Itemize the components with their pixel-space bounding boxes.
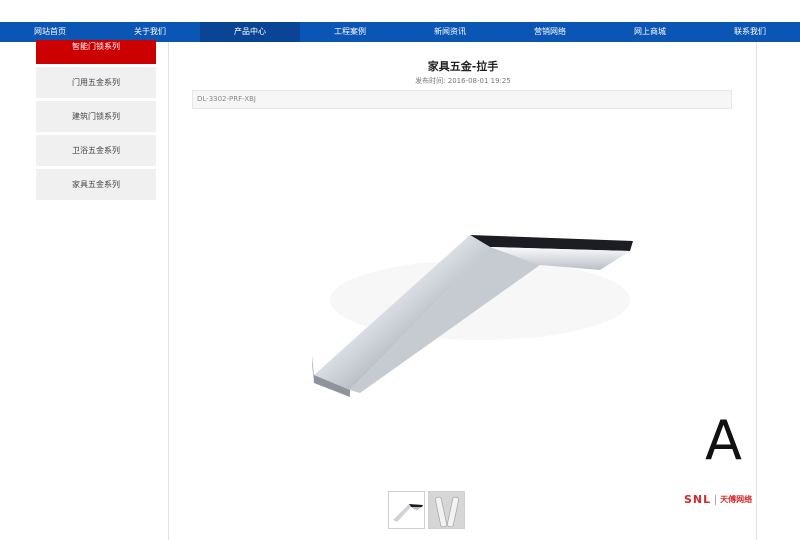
content-divider-left	[168, 42, 169, 540]
handle-pair-thumbnail[interactable]	[428, 491, 465, 529]
sidebar: 智能门锁系列 门用五金系列 建筑门锁系列 卫浴五金系列 家具五金系列	[36, 40, 156, 203]
nav-item-network[interactable]: 营销网络	[500, 22, 600, 42]
nav-item-home[interactable]: 网站首页	[0, 22, 100, 42]
sidebar-item-furniture-hardware[interactable]: 家具五金系列	[36, 169, 156, 200]
nav-item-cases[interactable]: 工程案例	[300, 22, 400, 42]
logo-separator	[715, 494, 717, 505]
thumbnail-strip	[388, 491, 465, 529]
logo-cn-text: 天傅网络	[720, 495, 753, 504]
sidebar-item-bathroom-hardware[interactable]: 卫浴五金系列	[36, 135, 156, 166]
brand-logo: SNL 天傅网络	[684, 493, 752, 506]
page: 网站首页 关于我们 产品中心 工程案例 新闻资讯 营销网络 网上商城 联系我们 …	[0, 0, 800, 540]
logo-text: SNL	[684, 493, 712, 506]
handle-thumbnail[interactable]	[388, 491, 425, 529]
top-nav: 网站首页 关于我们 产品中心 工程案例 新闻资讯 营销网络 网上商城 联系我们	[0, 22, 800, 42]
sidebar-item-door-hardware[interactable]: 门用五金系列	[36, 67, 156, 98]
publish-time: 发布时间: 2016-08-01 19:25	[415, 77, 511, 85]
nav-item-about[interactable]: 关于我们	[100, 22, 200, 42]
product-image	[312, 235, 633, 397]
sidebar-item-smart-lock[interactable]: 智能门锁系列	[36, 40, 156, 64]
watermark-letter: A	[705, 409, 742, 472]
nav-item-products[interactable]: 产品中心	[200, 22, 300, 42]
nav-item-shop[interactable]: 网上商城	[600, 22, 700, 42]
nav-item-contact[interactable]: 联系我们	[700, 22, 800, 42]
product-code: DL-3302-PRF-XBJ	[192, 90, 732, 109]
content-divider-right	[756, 42, 757, 540]
page-title: 家具五金-拉手	[427, 60, 499, 73]
nav-item-news[interactable]: 新闻资讯	[400, 22, 500, 42]
sidebar-item-building-lock[interactable]: 建筑门锁系列	[36, 101, 156, 132]
